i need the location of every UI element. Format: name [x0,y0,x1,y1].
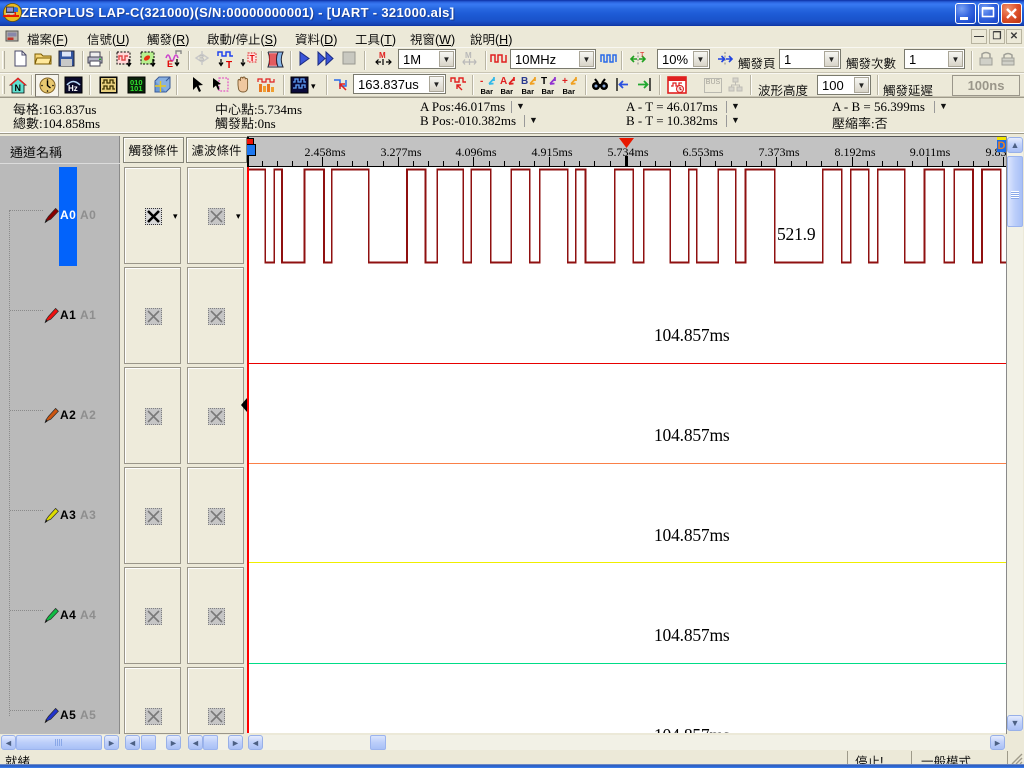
svg-text:Bar: Bar [522,87,535,96]
svg-text:T: T [250,53,256,63]
svg-text:A: A [500,76,507,87]
svg-text:E: E [167,59,173,69]
svg-text:N: N [15,83,22,93]
svg-text:Bar: Bar [542,87,555,96]
svg-text:T: T [541,76,547,87]
svg-text:T: T [640,52,645,59]
svg-text:M: M [379,51,386,60]
svg-text:101: 101 [130,84,143,93]
svg-text:T: T [226,60,232,69]
svg-text:+: + [562,76,568,87]
svg-text:M: M [465,51,472,60]
svg-text:B: B [521,76,528,87]
svg-text:B: B [199,54,204,63]
svg-text:Bar: Bar [481,87,494,96]
svg-text:Bar: Bar [501,87,514,96]
svg-text:Hz: Hz [68,84,78,93]
svg-text:-: - [480,76,483,87]
svg-text:Bar: Bar [563,87,576,96]
